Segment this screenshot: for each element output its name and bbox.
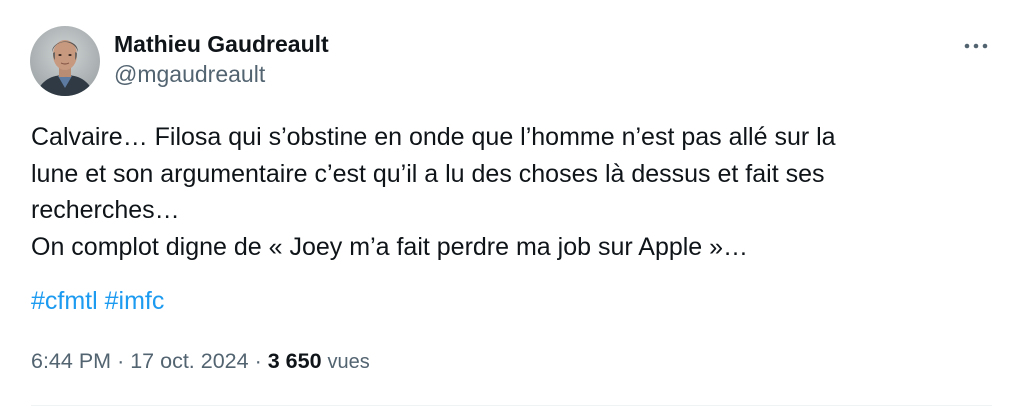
- meta-separator: ·: [254, 349, 262, 373]
- avatar-image: [30, 26, 100, 96]
- tweet-meta: 6:44 PM · 17 oct. 2024 · 3 650 vues: [31, 346, 370, 377]
- more-options-button[interactable]: [960, 30, 992, 62]
- author-display-name[interactable]: Mathieu Gaudreault: [114, 30, 329, 58]
- tweet-card: Mathieu Gaudreault @mgaudreault Calvaire…: [0, 0, 1022, 408]
- author-names: Mathieu Gaudreault @mgaudreault: [114, 26, 329, 90]
- author-handle[interactable]: @mgaudreault: [114, 58, 329, 90]
- views-count: 3 650: [267, 349, 322, 373]
- avatar[interactable]: [30, 26, 100, 96]
- tweet-text: Calvaire… Filosa qui s’obstine en onde q…: [31, 123, 836, 261]
- divider: [31, 405, 992, 406]
- tweet-header: Mathieu Gaudreault @mgaudreault: [30, 26, 329, 96]
- more-horizontal-icon: [964, 43, 988, 49]
- hashtag-cfmtl[interactable]: #cfmtl: [31, 287, 98, 315]
- meta-separator: ·: [117, 349, 125, 373]
- hashtag-imfc[interactable]: #imfc: [105, 287, 165, 315]
- tweet-date[interactable]: 17 oct. 2024: [130, 349, 248, 373]
- views-label: vues: [327, 351, 370, 373]
- tweet-hashtags: #cfmtl #imfc: [31, 283, 164, 320]
- tweet-time[interactable]: 6:44 PM: [31, 349, 111, 373]
